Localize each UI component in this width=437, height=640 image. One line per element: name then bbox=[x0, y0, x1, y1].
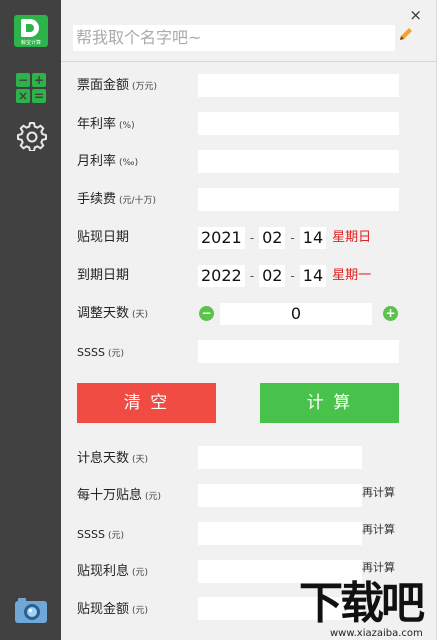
discount-amount-label: 贴现金额 (元) bbox=[77, 602, 149, 617]
ssss-result-output bbox=[198, 522, 362, 545]
header-divider bbox=[61, 61, 437, 62]
discount-date-label: 贴现日期 bbox=[77, 230, 130, 245]
calculate-button[interactable]: 计 算 bbox=[260, 383, 399, 423]
ssss-result-label: SSSS (元) bbox=[77, 528, 124, 541]
monthly-rate-label: 月利率 (‰) bbox=[77, 154, 139, 169]
watermark-logo: 下载吧 bbox=[299, 578, 425, 629]
due-weekday: 星期一 bbox=[332, 268, 372, 283]
recalc-discount-interest-button[interactable]: 再计算 bbox=[362, 561, 395, 575]
face-amount-label: 票面金额 (万元) bbox=[77, 78, 158, 93]
per-100k-interest-output bbox=[198, 484, 362, 507]
discount-day[interactable]: 14 bbox=[299, 227, 327, 249]
ssss-input[interactable] bbox=[198, 340, 399, 363]
discount-weekday: 星期日 bbox=[332, 230, 372, 245]
face-amount-input[interactable] bbox=[198, 74, 399, 97]
app-logo-icon: 鲸宝计算 bbox=[14, 15, 48, 47]
interest-days-label: 计息天数 (天) bbox=[77, 451, 149, 466]
fee-input[interactable] bbox=[198, 188, 399, 211]
fee-label: 手续费 (元/十万) bbox=[77, 192, 157, 207]
settings-gear-icon[interactable] bbox=[17, 121, 47, 151]
annual-rate-input[interactable] bbox=[198, 112, 399, 135]
calc-equals-glyph: = bbox=[32, 89, 46, 103]
name-input[interactable]: 帮我取个名字吧~ bbox=[73, 25, 395, 51]
calc-times-glyph: × bbox=[16, 89, 30, 103]
logo-text: 鲸宝计算 bbox=[20, 40, 41, 46]
monthly-rate-input[interactable] bbox=[198, 150, 399, 173]
ssss-input-label: SSSS (元) bbox=[77, 346, 124, 359]
clear-button[interactable]: 清 空 bbox=[77, 383, 216, 423]
adjust-days-input[interactable]: 0 bbox=[220, 303, 372, 325]
decrement-button[interactable]: − bbox=[199, 306, 214, 321]
sidebar: 鲸宝计算 − + × = bbox=[0, 0, 61, 640]
calc-plus-glyph: + bbox=[32, 73, 46, 87]
due-date-picker: 2022 - 02 - 14 星期一 bbox=[198, 265, 371, 287]
camera-icon[interactable] bbox=[14, 596, 48, 624]
increment-button[interactable]: + bbox=[383, 306, 398, 321]
discount-year[interactable]: 2021 bbox=[198, 227, 245, 249]
discount-interest-label: 贴现利息 (元) bbox=[77, 564, 149, 579]
calculator-icon[interactable]: − + × = bbox=[16, 73, 46, 103]
discount-month[interactable]: 02 bbox=[259, 227, 286, 249]
annual-rate-label: 年利率 (%) bbox=[77, 117, 135, 132]
due-date-label: 到期日期 bbox=[77, 268, 130, 283]
close-button[interactable]: × bbox=[409, 6, 422, 24]
interest-days-output bbox=[198, 446, 362, 469]
calc-minus-glyph: − bbox=[16, 73, 30, 87]
watermark-url: www.xiazaiba.com bbox=[330, 628, 423, 639]
date-separator: - bbox=[249, 231, 255, 245]
date-separator: - bbox=[290, 269, 295, 283]
discount-date-picker: 2021 - 02 - 14 星期日 bbox=[198, 227, 371, 249]
pencil-edit-icon[interactable] bbox=[398, 26, 414, 42]
recalc-ssss-button[interactable]: 再计算 bbox=[362, 523, 395, 537]
date-separator: - bbox=[249, 269, 255, 283]
main-panel: × 帮我取个名字吧~ 票面金额 (万元) 年利率 (%) 月利率 (‰) 手续费 (元/… bbox=[61, 0, 437, 640]
per-100k-interest-label: 每十万贴息 (元) bbox=[77, 488, 162, 503]
due-month[interactable]: 02 bbox=[259, 265, 286, 287]
date-separator: - bbox=[290, 231, 295, 245]
adjust-days-label: 调整天数 (天) bbox=[77, 306, 149, 321]
due-year[interactable]: 2022 bbox=[198, 265, 245, 287]
due-day[interactable]: 14 bbox=[299, 265, 327, 287]
recalc-per-100k-button[interactable]: 再计算 bbox=[362, 486, 395, 500]
